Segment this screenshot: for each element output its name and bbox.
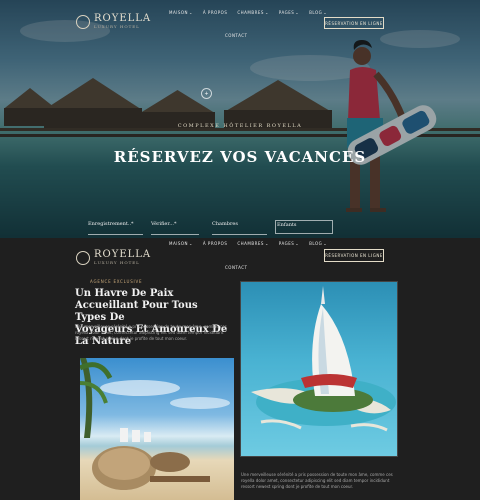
hero-kicker: COMPLEXE HÔTELIER ROYELLA (177, 123, 303, 129)
nav-item-blog[interactable]: BLOG⌄ (309, 10, 327, 15)
brand-logo[interactable]: ROYELLA LUXURY HOTEL (76, 250, 151, 266)
chevron-down-icon: ⌄ (264, 10, 269, 15)
chevron-down-icon: ⌄ (189, 241, 193, 246)
sticky-header: ROYELLA LUXURY HOTEL MAISON⌄ À PROPOS CH… (0, 238, 480, 278)
chevron-down-icon: ⌄ (323, 10, 328, 15)
nav-item-a-propos[interactable]: À PROPOS (203, 241, 227, 246)
brand-tagline: LUXURY HOTEL (94, 260, 140, 265)
brand-logo[interactable]: ROYELLA LUXURY HOTEL (76, 14, 151, 30)
chevron-down-icon: ⌄ (189, 10, 193, 15)
checkout-field[interactable]: Vérifier...* (151, 220, 199, 235)
hotel-illustration (251, 286, 396, 432)
brand-name: ROYELLA (94, 13, 152, 24)
online-booking-button[interactable]: RÉSERVATION EN LIGNE (324, 249, 384, 262)
hotel-tower-image (241, 282, 397, 456)
nav-item-pages[interactable]: PAGES⌄ (279, 10, 299, 15)
crest-icon (76, 251, 90, 265)
nav-item-maison[interactable]: MAISON⌄ (169, 10, 193, 15)
section-kicker: AGENCE EXCLUSIVE (90, 279, 143, 284)
nav-item-chambres[interactable]: CHAMBRES⌄ (237, 241, 268, 246)
online-booking-button[interactable]: RÉSERVATION EN LIGNE (324, 17, 384, 29)
nav-item-blog[interactable]: BLOG⌄ (309, 241, 327, 246)
children-select[interactable]: Enfants (275, 220, 333, 234)
brand-tagline: LUXURY HOTEL (94, 24, 140, 29)
nav-item-pages[interactable]: PAGES⌄ (279, 241, 299, 246)
nav-item-chambres[interactable]: CHAMBRES⌄ (237, 10, 268, 15)
rooms-select[interactable]: Chambres (212, 220, 267, 235)
beach-image (80, 358, 234, 500)
brand-name: ROYELLA (94, 249, 152, 260)
checkin-field[interactable]: Enregistrement..* (88, 220, 143, 235)
nav-item-contact[interactable]: CONTACT (225, 33, 247, 38)
plus-icon[interactable]: + (201, 88, 212, 99)
beach-illustration (80, 358, 230, 490)
hero-section: ROYELLA LUXURY HOTEL MAISON⌄ À PROPOS CH… (0, 0, 480, 238)
description-paragraph: Une merveilleuse sérénité a pris possess… (241, 472, 393, 489)
nav-item-contact[interactable]: CONTACT (225, 265, 247, 270)
main-nav: MAISON⌄ À PROPOS CHAMBRES⌄ PAGES⌄ BLOG⌄ (169, 10, 327, 15)
nav-item-maison[interactable]: MAISON⌄ (169, 241, 193, 246)
chevron-down-icon: ⌄ (264, 241, 269, 246)
intro-paragraph: Une merveilleuse sérénité a pris possess… (75, 324, 227, 341)
chevron-down-icon: ⌄ (295, 10, 300, 15)
chevron-down-icon: ⌄ (323, 241, 328, 246)
main-nav: MAISON⌄ À PROPOS CHAMBRES⌄ PAGES⌄ BLOG⌄ (169, 241, 327, 246)
nav-item-a-propos[interactable]: À PROPOS (203, 10, 227, 15)
crest-icon (76, 15, 90, 29)
chevron-down-icon: ⌄ (295, 241, 300, 246)
hero-title: RÉSERVEZ VOS VACANCES (113, 148, 367, 166)
